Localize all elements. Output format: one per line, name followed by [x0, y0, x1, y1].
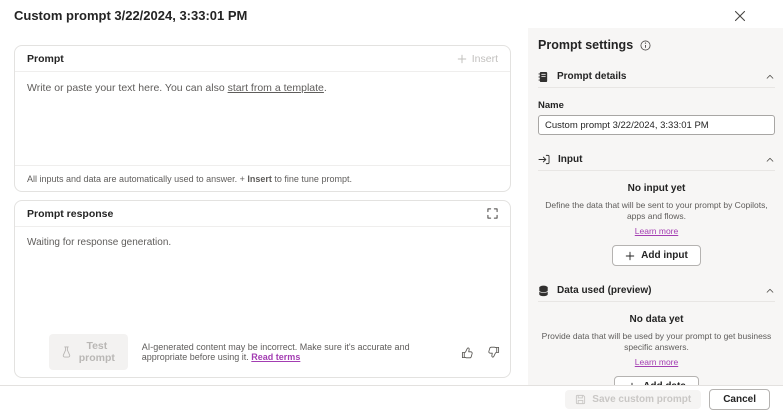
input-empty-desc: Define the data that will be sent to you…: [545, 200, 768, 222]
save-icon: [576, 394, 586, 405]
name-input[interactable]: [538, 115, 775, 135]
prompt-hint-text: All inputs and data are automatically us…: [27, 173, 248, 184]
prompt-hint-end: to fine tune prompt.: [271, 173, 352, 184]
prompt-hint-bar: All inputs and data are automatically us…: [15, 165, 510, 191]
arrow-import-icon: [538, 154, 550, 165]
cancel-button[interactable]: Cancel: [709, 389, 770, 410]
prompt-card-title: Prompt: [27, 52, 64, 65]
beaker-icon: [62, 346, 71, 358]
settings-title: Prompt settings: [538, 38, 634, 52]
prompt-details-header[interactable]: Prompt details: [538, 66, 775, 88]
feedback-icons: [461, 346, 500, 359]
start-from-template-link[interactable]: start from a template: [228, 82, 324, 94]
test-row: Test prompt AI-generated content may be …: [49, 334, 500, 370]
data-empty-title: No data yet: [629, 314, 684, 326]
thumbs-down-icon[interactable]: [487, 346, 500, 359]
prompt-details-label: Prompt details: [557, 71, 627, 82]
save-custom-prompt-button[interactable]: Save custom prompt: [565, 390, 702, 409]
expand-icon[interactable]: [487, 208, 498, 219]
input-header[interactable]: Input: [538, 149, 775, 171]
plus-icon: [457, 54, 466, 63]
test-prompt-label: Test prompt: [78, 340, 115, 364]
read-terms-link[interactable]: Read terms: [251, 352, 300, 362]
data-empty-desc: Provide data that will be used by your p…: [541, 331, 772, 353]
prompt-card-header: Prompt Insert: [15, 46, 510, 72]
prompt-settings-panel: Prompt settings Prompt details Name Inpu…: [528, 28, 783, 398]
prompt-hint-insert: Insert: [247, 173, 272, 184]
input-learn-more-link[interactable]: Learn more: [538, 226, 775, 236]
section-prompt-details: Prompt details Name: [538, 66, 775, 135]
prompt-response-card: Prompt response Waiting for response gen…: [14, 200, 511, 378]
input-empty-title: No input yet: [627, 183, 686, 194]
response-body: Waiting for response generation.: [27, 237, 172, 248]
data-used-header[interactable]: Data used (preview): [538, 280, 775, 303]
chevron-up-icon: [765, 155, 775, 165]
section-data-used: Data used (preview) No data yet Provide …: [538, 280, 775, 398]
data-used-label: Data used (preview): [557, 285, 652, 297]
prompt-placeholder-end: .: [323, 82, 327, 94]
close-icon[interactable]: [731, 7, 749, 25]
prompt-editor[interactable]: Write or paste your text here. You can a…: [15, 72, 510, 105]
ai-disclaimer: AI-generated content may be incorrect. M…: [142, 342, 447, 362]
plus-icon: [625, 251, 635, 260]
response-card-title: Prompt response: [27, 207, 114, 220]
response-card-header: Prompt response: [15, 201, 510, 227]
notebook-icon: [538, 71, 549, 83]
thumbs-up-icon[interactable]: [461, 346, 474, 359]
prompt-card: Prompt Insert Write or paste your text h…: [14, 45, 511, 192]
test-prompt-button[interactable]: Test prompt: [49, 334, 128, 370]
add-input-label: Add input: [641, 250, 688, 262]
prompt-placeholder-text: Write or paste your text here. You can a…: [27, 82, 228, 94]
database-icon: [538, 285, 549, 297]
page-title: Custom prompt 3/22/2024, 3:33:01 PM: [14, 8, 248, 23]
insert-button-label: Insert: [471, 52, 498, 65]
save-button-label: Save custom prompt: [592, 394, 692, 405]
cancel-button-label: Cancel: [723, 394, 756, 405]
name-label: Name: [538, 100, 564, 111]
settings-title-row: Prompt settings: [538, 38, 775, 52]
data-learn-more-link[interactable]: Learn more: [538, 357, 775, 367]
info-icon[interactable]: [640, 40, 651, 51]
input-label: Input: [558, 154, 583, 165]
section-input: Input No input yet Define the data that …: [538, 149, 775, 267]
add-input-button[interactable]: Add input: [612, 245, 701, 267]
footer-bar: Save custom prompt Cancel: [0, 385, 783, 413]
insert-button[interactable]: Insert: [457, 53, 498, 65]
chevron-up-icon: [765, 72, 775, 82]
chevron-up-icon: [765, 286, 775, 296]
